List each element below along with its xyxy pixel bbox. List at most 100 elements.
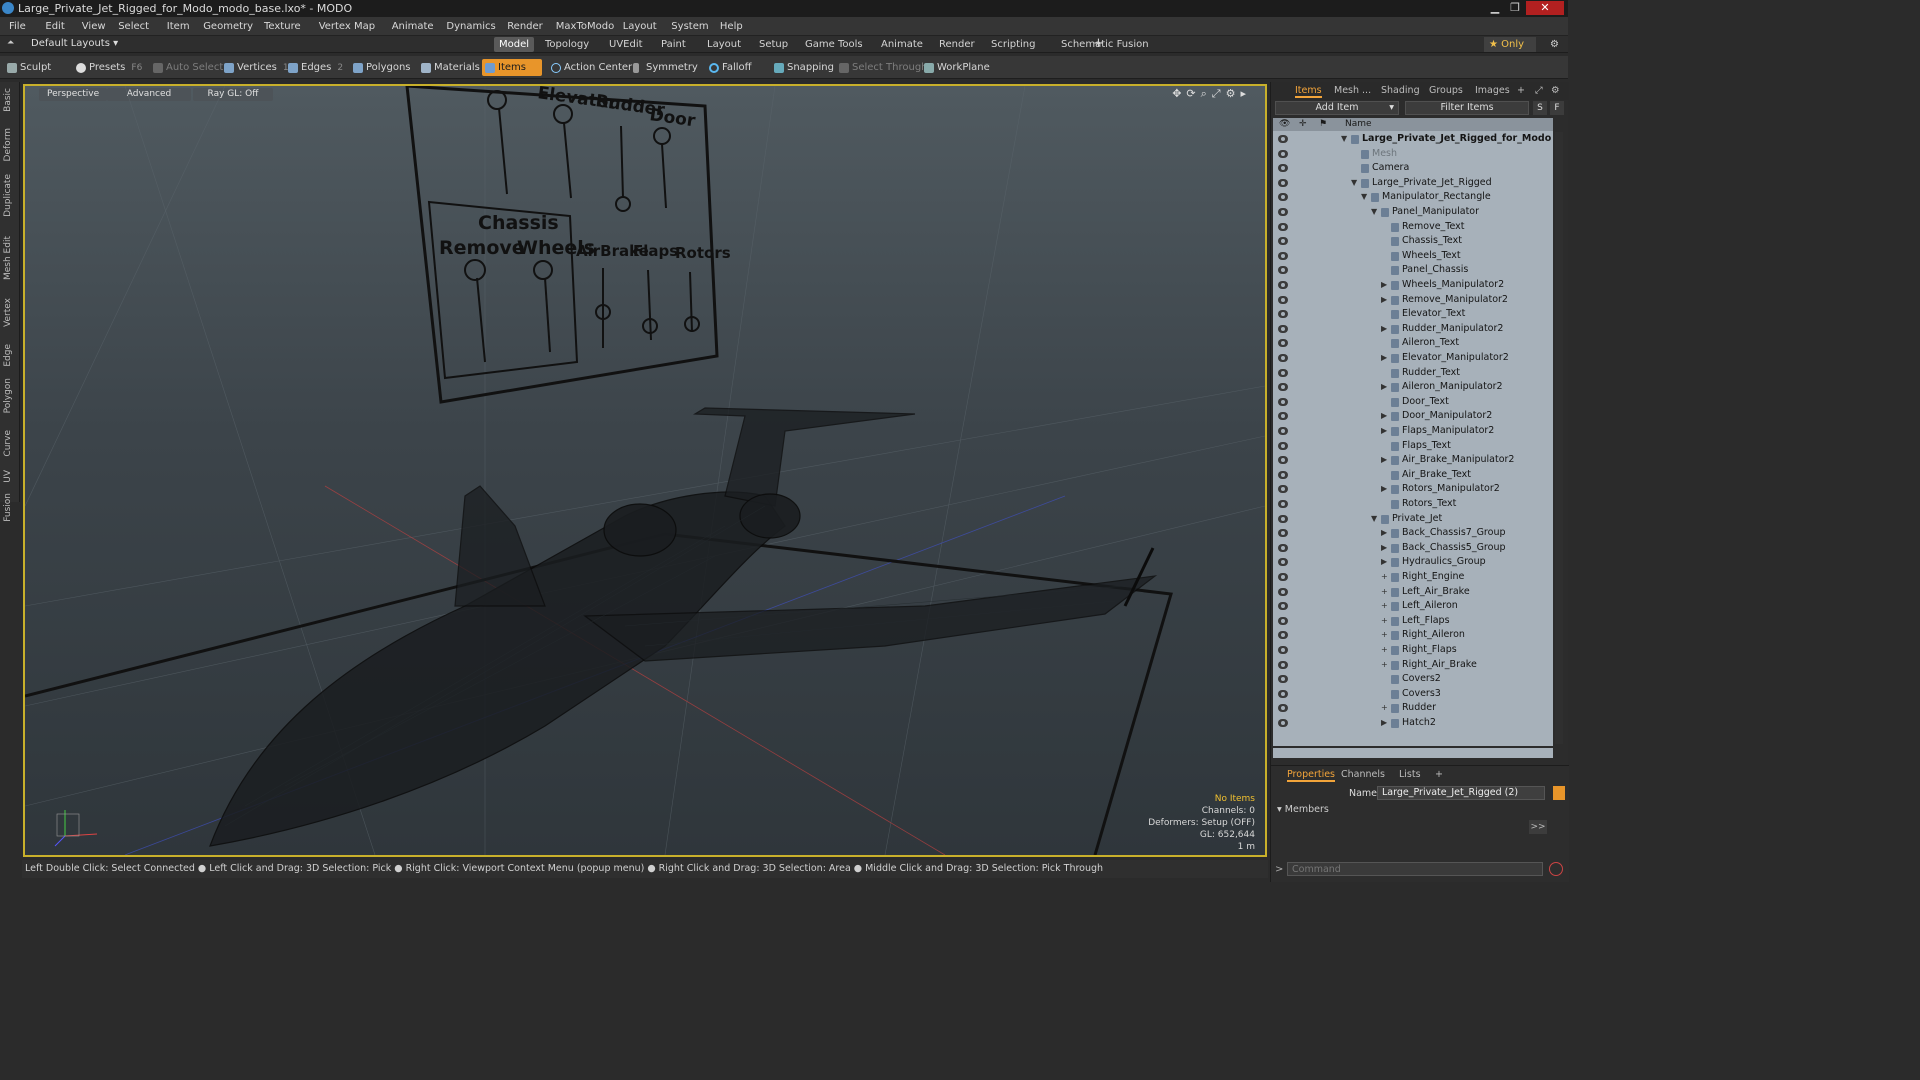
item-row[interactable]: ▶ Wheels_Manipulator2 bbox=[1273, 278, 1553, 293]
eye-icon[interactable] bbox=[1278, 500, 1288, 508]
eye-icon[interactable] bbox=[1278, 354, 1288, 362]
item-tree-scrollbar[interactable] bbox=[1555, 132, 1563, 744]
left-tab-curve[interactable]: Curve bbox=[3, 430, 13, 457]
left-tab-duplicate[interactable]: Duplicate bbox=[3, 174, 13, 217]
expand-icon[interactable]: ▶ bbox=[1381, 278, 1387, 293]
eye-icon[interactable] bbox=[1278, 324, 1288, 333]
menu-select[interactable]: Select bbox=[118, 21, 149, 32]
action-center-button[interactable]: Action Center bbox=[548, 59, 636, 76]
item-row[interactable]: ▼ Panel_Manipulator bbox=[1273, 205, 1553, 220]
item-row[interactable]: Door_Text bbox=[1273, 395, 1553, 410]
eye-icon[interactable] bbox=[1278, 602, 1288, 611]
expand-icon[interactable]: ▶ bbox=[1381, 453, 1387, 468]
item-row[interactable]: + Left_Air_Brake bbox=[1273, 585, 1553, 600]
item-row[interactable]: ▼ Private_Jet bbox=[1273, 512, 1553, 527]
item-row[interactable]: Panel_Chassis bbox=[1273, 263, 1553, 278]
item-tree-hscrollbar[interactable] bbox=[1273, 748, 1553, 758]
eye-icon[interactable] bbox=[1278, 427, 1288, 435]
edges-button[interactable]: Edges 2 bbox=[285, 59, 347, 76]
expand-icon[interactable]: ▶ bbox=[1381, 482, 1387, 497]
item-row[interactable]: Flaps_Text bbox=[1273, 439, 1553, 454]
menu-vertex-map[interactable]: Vertex Map bbox=[319, 21, 375, 32]
item-row[interactable]: ▶ Hatch2 bbox=[1273, 716, 1553, 731]
eye-icon[interactable] bbox=[1278, 660, 1288, 669]
menu-render[interactable]: Render bbox=[507, 21, 543, 32]
eye-icon[interactable] bbox=[1278, 514, 1288, 523]
eye-icon[interactable] bbox=[1278, 689, 1288, 698]
item-row[interactable]: ▶ Elevator_Manipulator2 bbox=[1273, 351, 1553, 366]
item-row[interactable]: Rudder_Text bbox=[1273, 366, 1553, 381]
expand-members-button[interactable]: >> bbox=[1529, 820, 1547, 834]
add-tab-icon[interactable]: + bbox=[1088, 37, 1109, 52]
expand-icon[interactable]: ▶ bbox=[1381, 526, 1387, 541]
tab-channels[interactable]: Channels bbox=[1341, 768, 1385, 782]
item-row[interactable]: + Right_Air_Brake bbox=[1273, 658, 1553, 673]
menu-help[interactable]: Help bbox=[720, 21, 743, 32]
tab-animate[interactable]: Animate bbox=[876, 37, 928, 52]
menu-file[interactable]: File bbox=[9, 21, 26, 32]
item-row[interactable]: Remove_Text bbox=[1273, 220, 1553, 235]
item-row[interactable]: + Right_Engine bbox=[1273, 570, 1553, 585]
item-row[interactable]: Wheels_Text bbox=[1273, 249, 1553, 264]
only-toggle[interactable]: ★ Only bbox=[1484, 37, 1536, 52]
menu-item[interactable]: Item bbox=[167, 21, 190, 32]
symmetry-button[interactable]: Symmetry bbox=[630, 59, 702, 76]
item-row[interactable]: + Right_Flaps bbox=[1273, 643, 1553, 658]
eye-icon[interactable] bbox=[1278, 675, 1288, 684]
tab-images[interactable]: Images bbox=[1475, 84, 1510, 98]
eye-icon[interactable] bbox=[1278, 193, 1288, 202]
menu-layout[interactable]: Layout bbox=[623, 21, 657, 32]
item-row[interactable]: ▶ Rudder_Manipulator2 bbox=[1273, 322, 1553, 337]
eye-icon[interactable] bbox=[1278, 412, 1288, 421]
menu-animate[interactable]: Animate bbox=[392, 21, 434, 32]
eye-icon[interactable] bbox=[1278, 616, 1288, 625]
expand-icon[interactable]: ▶ bbox=[1381, 380, 1387, 395]
menu-texture[interactable]: Texture bbox=[264, 21, 301, 32]
item-row[interactable]: ▼ Large_Private_Jet_Rigged_for_Modo ... bbox=[1273, 132, 1553, 147]
item-row[interactable]: Rotors_Text bbox=[1273, 497, 1553, 512]
tab-layout[interactable]: Layout bbox=[702, 37, 746, 52]
item-row[interactable]: Covers2 bbox=[1273, 672, 1553, 687]
expand-icon[interactable]: + bbox=[1381, 570, 1388, 585]
eye-icon[interactable] bbox=[1278, 704, 1288, 713]
tab-setup[interactable]: Setup bbox=[754, 37, 793, 52]
item-row[interactable]: ▶ Remove_Manipulator2 bbox=[1273, 293, 1553, 308]
eye-icon[interactable] bbox=[1278, 339, 1288, 348]
item-row[interactable]: + Rudder bbox=[1273, 701, 1553, 716]
name-field[interactable]: Large_Private_Jet_Rigged (2) bbox=[1377, 786, 1545, 800]
eye-icon[interactable] bbox=[1278, 719, 1288, 727]
maximize-icon[interactable]: ❐ bbox=[1506, 1, 1524, 15]
filter-items-input[interactable]: Filter Items bbox=[1405, 101, 1529, 115]
eye-icon[interactable] bbox=[1278, 543, 1288, 552]
expand-icon[interactable]: ▶ bbox=[1381, 351, 1387, 366]
falloff-button[interactable]: Falloff bbox=[706, 59, 756, 76]
filter-s-button[interactable]: S bbox=[1533, 101, 1547, 115]
left-tab-polygon[interactable]: Polygon bbox=[3, 378, 13, 413]
item-row[interactable]: + Right_Aileron bbox=[1273, 628, 1553, 643]
item-row[interactable]: Camera bbox=[1273, 161, 1553, 176]
eye-icon[interactable] bbox=[1278, 470, 1288, 479]
menu-geometry[interactable]: Geometry bbox=[203, 21, 253, 32]
collapse-icon[interactable]: ▼ bbox=[1351, 176, 1357, 191]
panel-expand-icon[interactable]: ⤢ bbox=[1535, 84, 1543, 98]
item-row[interactable]: Mesh bbox=[1273, 147, 1553, 162]
eye-icon[interactable] bbox=[1278, 397, 1288, 406]
tab-lists[interactable]: Lists bbox=[1399, 768, 1421, 782]
item-row[interactable]: ▶ Door_Manipulator2 bbox=[1273, 409, 1553, 424]
sculpt-button[interactable]: Sculpt bbox=[4, 59, 55, 76]
eye-icon[interactable] bbox=[1278, 587, 1288, 596]
menu-maxtomodo[interactable]: MaxToModo bbox=[556, 21, 614, 32]
minimize-icon[interactable]: ▁ bbox=[1486, 1, 1504, 15]
item-row[interactable]: ▶ Hydraulics_Group bbox=[1273, 555, 1553, 570]
item-row[interactable]: ▼ Manipulator_Rectangle bbox=[1273, 190, 1553, 205]
tab-game-tools[interactable]: Game Tools bbox=[800, 37, 868, 52]
materials-button[interactable]: Materials bbox=[418, 59, 484, 76]
eye-icon[interactable] bbox=[1278, 631, 1288, 640]
item-row[interactable]: ▼ Large_Private_Jet_Rigged bbox=[1273, 176, 1553, 191]
eye-icon[interactable] bbox=[1278, 251, 1288, 260]
eye-icon[interactable] bbox=[1278, 164, 1288, 173]
add-props-tab-icon[interactable]: + bbox=[1435, 768, 1443, 782]
item-row[interactable]: Aileron_Text bbox=[1273, 336, 1553, 351]
expand-icon[interactable]: ▶ bbox=[1381, 322, 1387, 337]
eye-icon[interactable] bbox=[1278, 646, 1288, 654]
